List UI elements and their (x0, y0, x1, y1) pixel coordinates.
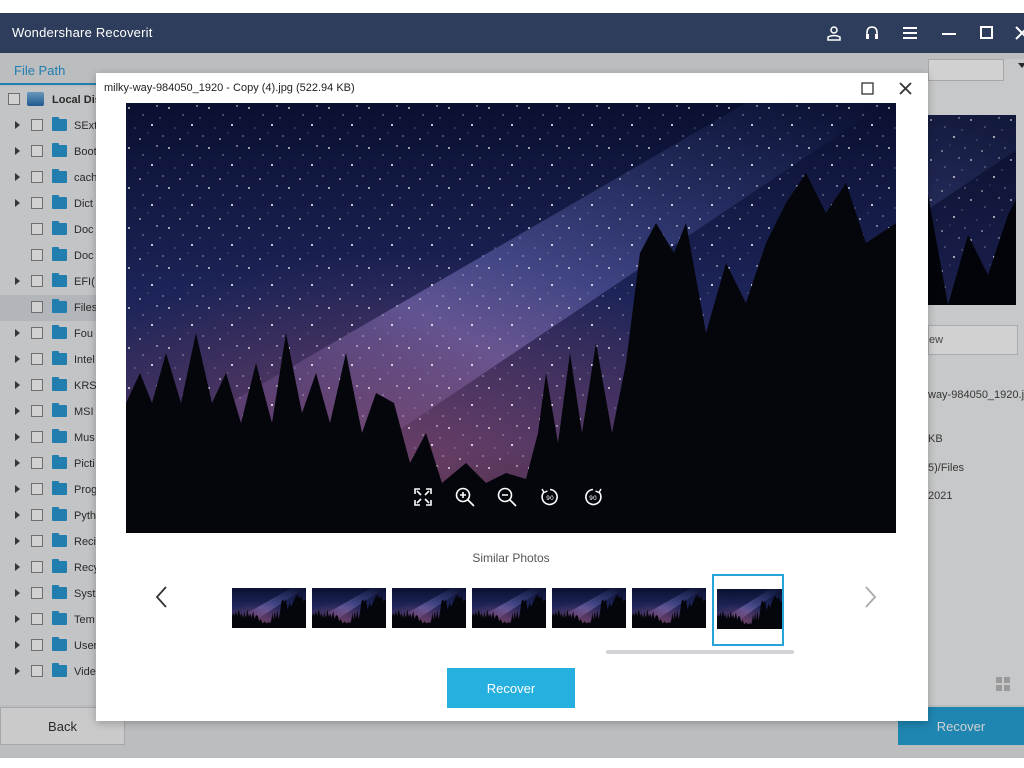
zoom-out-icon[interactable] (496, 486, 518, 508)
modal-maximize-icon[interactable] (858, 79, 876, 97)
app-title: Wondershare Recoverit (12, 25, 153, 40)
thumbnail[interactable] (552, 588, 626, 628)
headset-icon[interactable] (860, 21, 884, 45)
thumbnail[interactable] (472, 588, 546, 628)
fit-screen-icon[interactable] (412, 486, 434, 508)
zoom-in-icon[interactable] (454, 486, 476, 508)
modal-close-icon[interactable] (896, 79, 914, 97)
title-bar: Wondershare Recoverit (0, 13, 1024, 53)
photo-preview-modal: milky-way-984050_1920 - Copy (4).jpg (52… (96, 73, 928, 721)
user-icon[interactable] (822, 21, 846, 45)
menu-icon[interactable] (898, 21, 922, 45)
svg-text:90: 90 (589, 495, 597, 502)
thumbnail[interactable] (392, 588, 466, 628)
rotate-right-icon[interactable]: 90 (582, 486, 604, 508)
similar-photos-strip (232, 574, 792, 646)
next-arrow-icon[interactable] (862, 585, 878, 609)
thumbnail[interactable] (632, 588, 706, 628)
modal-title: milky-way-984050_1920 - Copy (4).jpg (52… (104, 82, 355, 94)
thumbnail-selected[interactable] (712, 574, 784, 646)
similar-photos-label: Similar Photos (472, 551, 550, 565)
previous-arrow-icon[interactable] (154, 585, 170, 609)
minimize-icon[interactable] (937, 21, 961, 45)
thumbnail[interactable] (232, 588, 306, 628)
preview-toolbar: 90 90 (412, 486, 608, 508)
night-sky-photo (126, 103, 896, 533)
close-icon[interactable] (1010, 21, 1024, 45)
svg-text:90: 90 (546, 495, 554, 502)
thumbnail-scrollbar[interactable] (606, 650, 794, 654)
thumbnail[interactable] (312, 588, 386, 628)
maximize-icon[interactable] (975, 21, 999, 45)
app-window: Wondershare Recoverit File Path Local Di… (0, 13, 1024, 758)
rotate-left-icon[interactable]: 90 (539, 486, 561, 508)
photo-preview: 90 90 (126, 103, 896, 533)
modal-recover-button[interactable]: Recover (447, 668, 575, 708)
